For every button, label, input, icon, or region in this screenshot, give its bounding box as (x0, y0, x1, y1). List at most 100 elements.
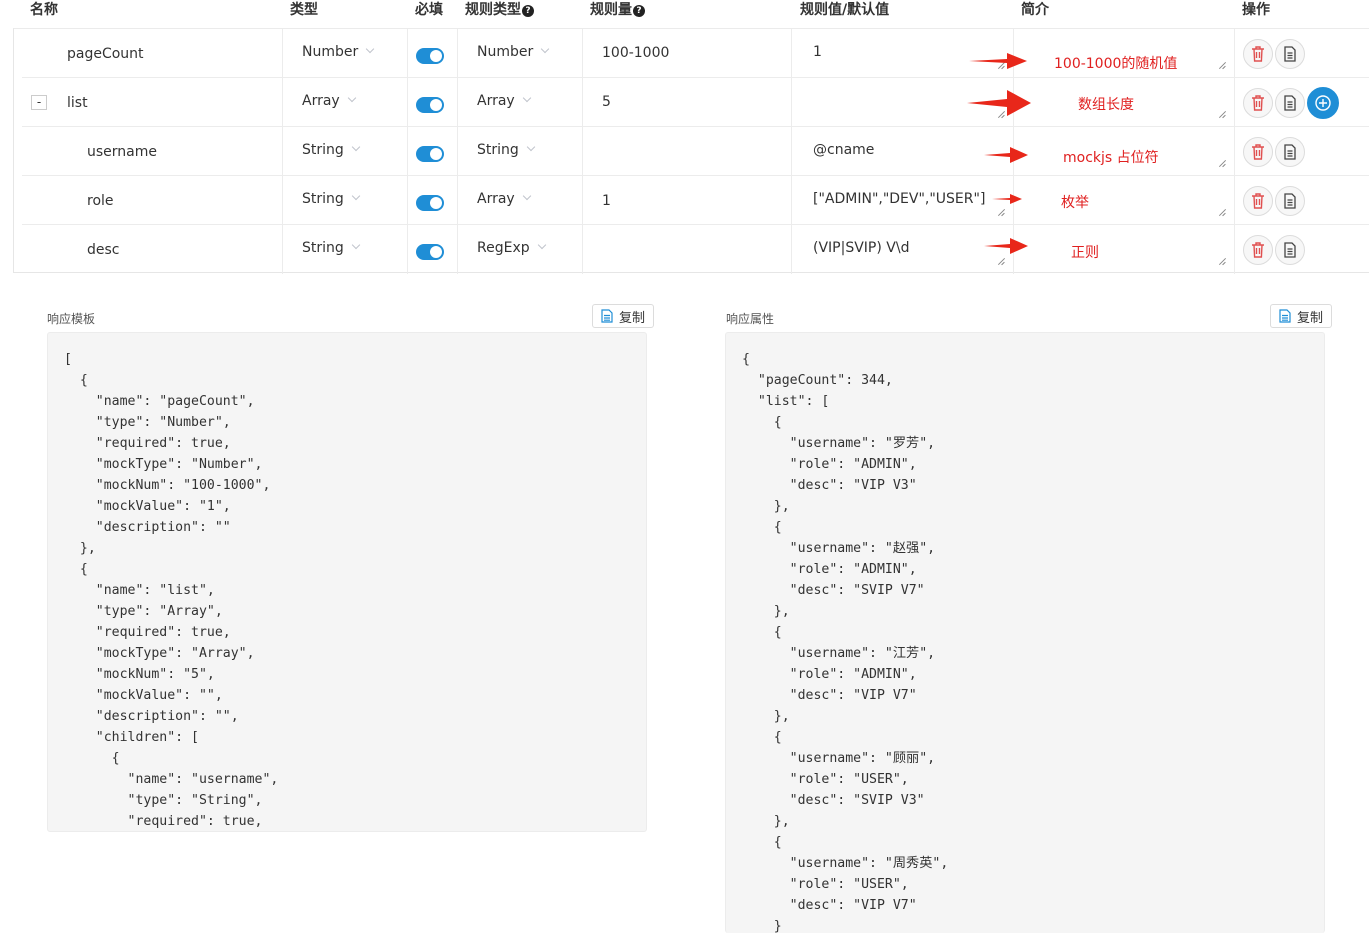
type-select[interactable]: String (302, 240, 361, 256)
resize-handle-icon[interactable] (1218, 208, 1226, 216)
chevron-down-icon (541, 44, 550, 54)
resize-handle-icon[interactable] (1218, 110, 1226, 118)
type-select-value: String (302, 191, 344, 207)
question-circle-icon[interactable]: ? (522, 5, 534, 17)
copy-button[interactable] (1275, 39, 1305, 69)
mock-type-select[interactable]: String (477, 142, 536, 158)
column-header-mock-type: 规则类型? (465, 0, 534, 20)
type-select[interactable]: Array (302, 93, 356, 109)
mock-num-input[interactable]: 5 (602, 94, 611, 110)
table-row: role String Array 1 ["ADMIN","DEV","USER… (14, 176, 1369, 225)
field-name[interactable]: desc (87, 225, 120, 274)
mock-type-select[interactable]: Number (477, 44, 550, 60)
type-select-value: String (302, 240, 344, 256)
trash-icon (1252, 144, 1264, 160)
response-code-block[interactable]: { "pageCount": 344, "list": [ { "usernam… (725, 332, 1325, 933)
type-select-value: Number (302, 44, 359, 60)
mock-value-textarea[interactable]: ["ADMIN","DEV","USER"] (813, 191, 985, 207)
copy-icon (1284, 95, 1296, 111)
field-name[interactable]: pageCount (67, 29, 144, 78)
copy-button[interactable] (1275, 137, 1305, 167)
delete-button[interactable] (1243, 39, 1273, 69)
mock-type-select[interactable]: Array (477, 93, 531, 109)
description-textarea[interactable]: 正则 (1071, 242, 1099, 262)
add-child-button[interactable] (1307, 87, 1339, 119)
resize-handle-icon[interactable] (997, 257, 1005, 265)
column-header-mock-type-label: 规则类型 (465, 2, 521, 18)
required-toggle[interactable] (416, 244, 444, 260)
plus-circle-icon (1315, 95, 1331, 111)
description-textarea[interactable]: 数组长度 (1078, 94, 1134, 114)
red-arrow-annotation (992, 194, 1022, 204)
column-header-mock-value: 规则值/默认值 (800, 2, 890, 18)
type-select[interactable]: String (302, 191, 361, 207)
table-row: - list Array Array 5 数组长度 (14, 78, 1369, 127)
red-arrow-annotation (969, 53, 1027, 69)
mock-type-select[interactable]: RegExp (477, 240, 546, 256)
required-toggle[interactable] (416, 48, 444, 64)
description-textarea[interactable]: 枚举 (1061, 192, 1089, 212)
field-name[interactable]: list (67, 78, 88, 127)
mock-num-input[interactable]: 1 (602, 193, 611, 209)
red-arrow-annotation (967, 90, 1031, 116)
copy-button[interactable] (1275, 186, 1305, 216)
column-header-type: 类型 (290, 2, 318, 18)
chevron-down-icon (347, 93, 356, 103)
field-name-text: list (67, 94, 88, 111)
response-code-text: { "pageCount": 344, "list": [ { "usernam… (742, 352, 949, 933)
required-toggle[interactable] (416, 195, 444, 211)
column-header-actions: 操作 (1242, 2, 1270, 18)
table-row: username String String @cname mockjs 占位符 (14, 127, 1369, 176)
table-header: 名称 类型 必填 规则类型? 规则量? 规则值/默认值 简介 操作 (0, 0, 1369, 28)
field-name[interactable]: username (87, 127, 157, 176)
delete-button[interactable] (1243, 186, 1273, 216)
trash-icon (1252, 95, 1264, 111)
resize-handle-icon[interactable] (1218, 257, 1226, 265)
template-code-block[interactable]: [ { "name": "pageCount", "type": "Number… (47, 332, 647, 832)
chevron-down-icon (351, 240, 361, 250)
delete-button[interactable] (1243, 137, 1273, 167)
field-name-text: desc (87, 241, 120, 258)
mock-num-input[interactable]: 100-1000 (602, 45, 669, 61)
description-textarea[interactable]: mockjs 占位符 (1063, 147, 1159, 167)
chevron-down-icon (526, 142, 536, 152)
delete-button[interactable] (1243, 235, 1273, 265)
copy-button-label: 复制 (619, 310, 646, 326)
chevron-down-icon (366, 44, 375, 54)
copy-icon (1284, 46, 1296, 62)
copy-icon (1284, 144, 1296, 160)
template-panel-label: 响应模板 (47, 312, 96, 326)
field-name-text: pageCount (67, 45, 144, 62)
copy-icon (1284, 242, 1296, 258)
resize-handle-icon[interactable] (1218, 159, 1226, 167)
response-panel-label: 响应属性 (726, 312, 775, 326)
required-toggle[interactable] (416, 97, 444, 113)
trash-icon (1252, 46, 1264, 62)
type-select[interactable]: String (302, 142, 361, 158)
mock-value-textarea[interactable]: (VIP|SVIP) V\d (813, 240, 909, 256)
mock-value-textarea[interactable]: 1 (813, 44, 822, 60)
description-textarea[interactable]: 100-1000的随机值 (1054, 53, 1177, 73)
column-header-mock-num: 规则量? (590, 0, 645, 20)
chevron-down-icon (522, 93, 531, 103)
question-circle-icon[interactable]: ? (633, 5, 645, 17)
copy-icon (601, 309, 613, 323)
mock-value-textarea[interactable]: @cname (813, 142, 874, 158)
mock-type-select-value: RegExp (477, 240, 530, 256)
field-name[interactable]: role (87, 176, 114, 225)
collapse-button[interactable]: - (31, 95, 47, 110)
mock-type-select[interactable]: Array (477, 191, 531, 207)
copy-response-button[interactable]: 复制 (1270, 304, 1333, 328)
chevron-down-icon (537, 240, 546, 250)
copy-button[interactable] (1275, 235, 1305, 265)
delete-button[interactable] (1243, 88, 1273, 118)
column-header-description: 简介 (1021, 2, 1049, 18)
chevron-down-icon (351, 191, 361, 201)
required-toggle[interactable] (416, 146, 444, 162)
copy-button[interactable] (1275, 88, 1305, 118)
type-select[interactable]: Number (302, 44, 375, 60)
column-header-required: 必填 (415, 2, 443, 18)
copy-template-button[interactable]: 复制 (592, 304, 655, 328)
resize-handle-icon[interactable] (1218, 61, 1226, 69)
field-name-text: username (87, 143, 157, 160)
